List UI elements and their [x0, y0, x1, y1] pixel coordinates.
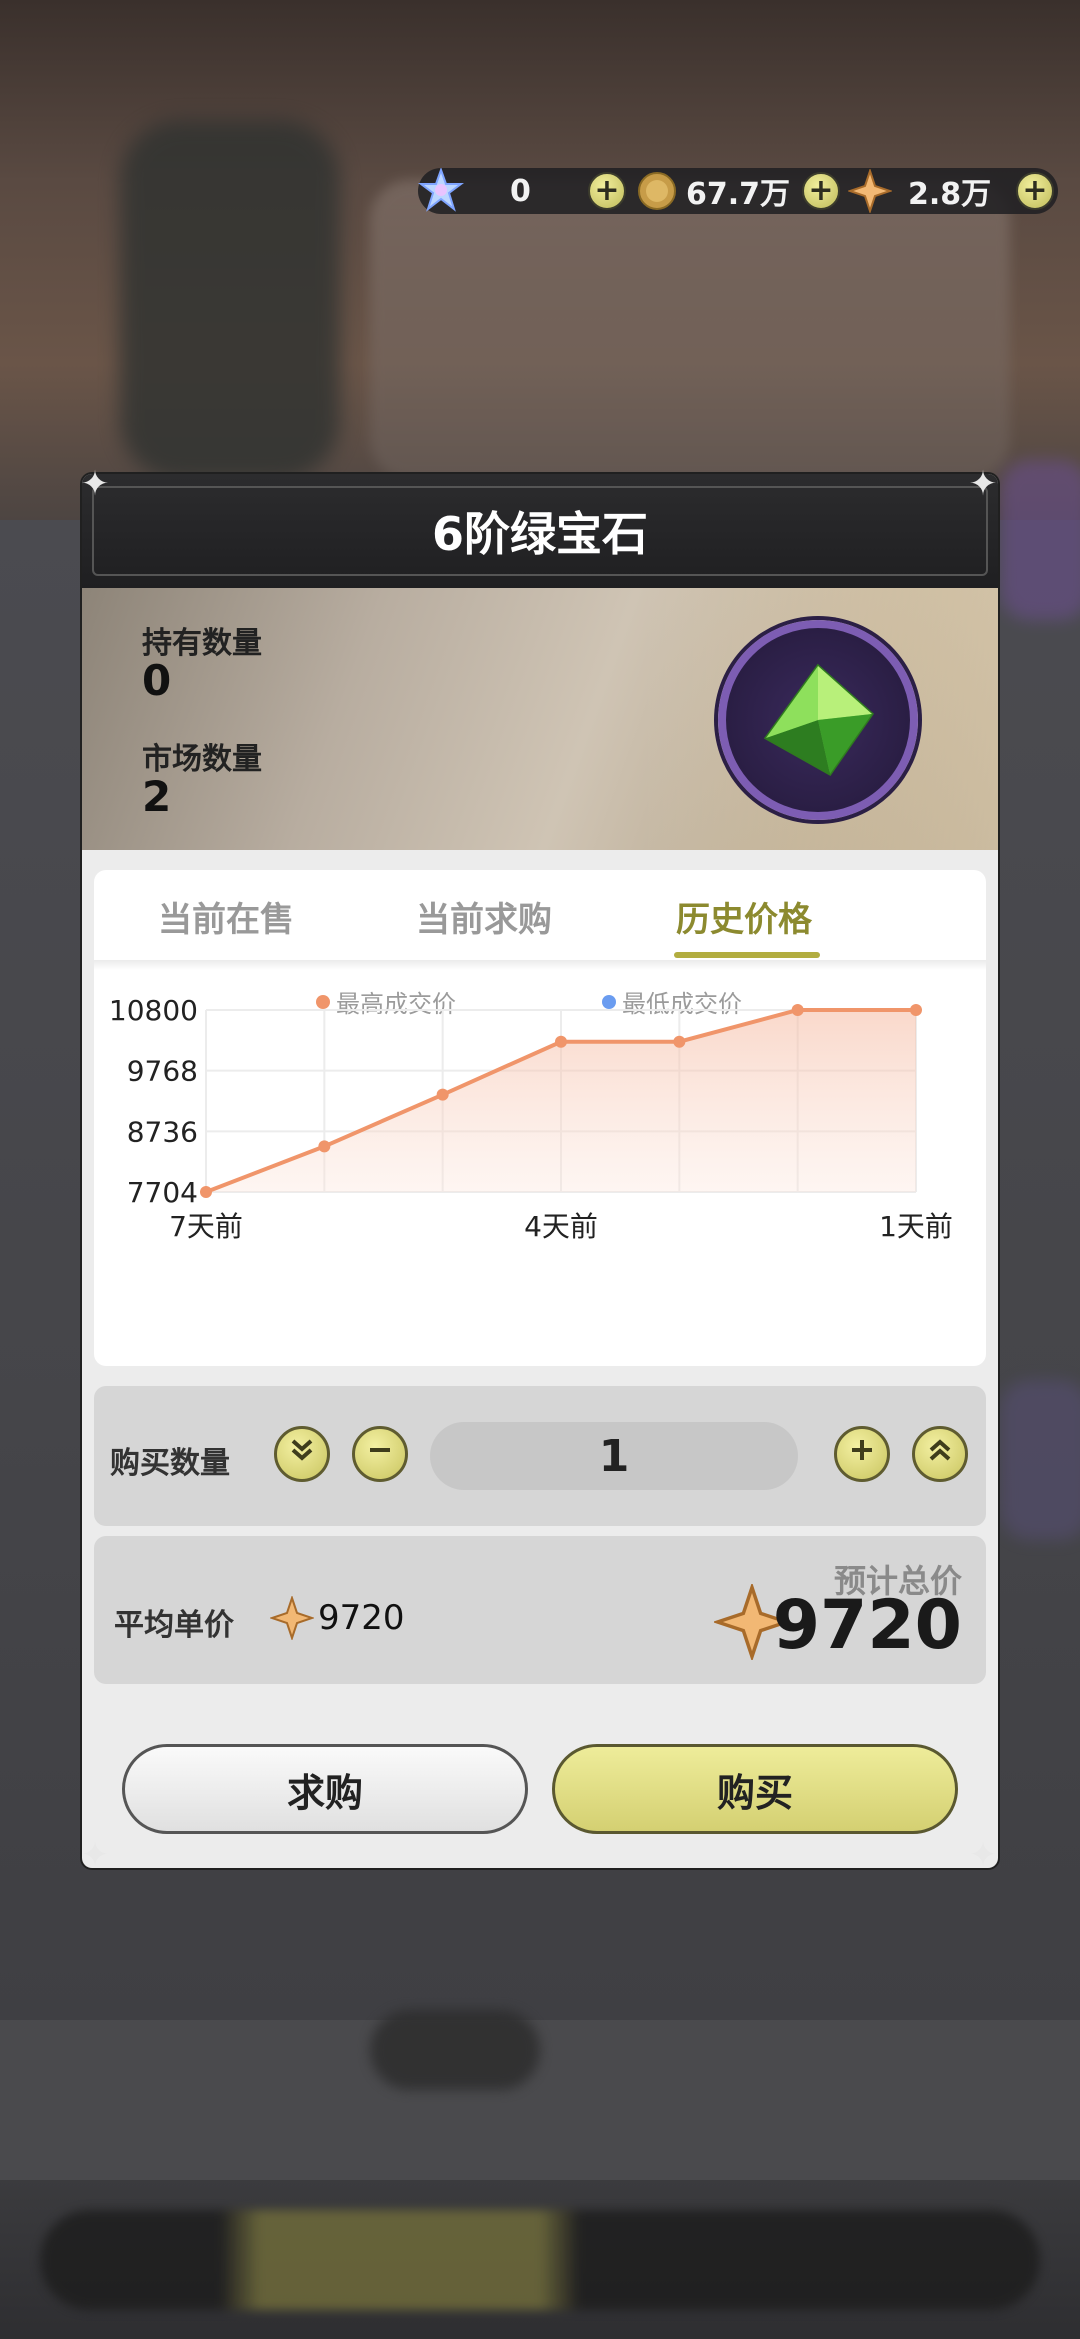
minus-icon [366, 1436, 394, 1472]
corner-ornament-icon: ✦ [80, 464, 110, 504]
corner-ornament-icon: ✦ [80, 1835, 110, 1875]
decrease-max-button[interactable] [274, 1426, 330, 1482]
data-point [318, 1140, 331, 1153]
corner-ornament-icon: ✦ [968, 1835, 998, 1875]
data-point [791, 1004, 804, 1016]
tab-price-history[interactable]: 历史价格 [676, 892, 812, 941]
currency-bar: 0 + 67.7万 + 2.8万 + [418, 167, 1058, 215]
total-price-value: 9720 [772, 1586, 962, 1665]
dialog-title: 6阶绿宝石 [431, 507, 648, 561]
active-tab-indicator [674, 952, 820, 958]
increase-max-button[interactable] [912, 1426, 968, 1482]
avg-price-value: 9720 [318, 1598, 405, 1638]
price-history-card: 当前在售 当前求购 历史价格 最高成交价 最低成交价 10800 9768 8736… [94, 870, 986, 1366]
price-panel: 平均单价 9720 预计总价 9720 [94, 1536, 986, 1684]
y-tick-label: 7704 [127, 1176, 198, 1209]
data-point [673, 1035, 686, 1048]
avg-price-label: 平均单价 [114, 1608, 234, 1643]
add-gold-button[interactable]: + [802, 172, 840, 210]
x-tick-label: 7天前 [169, 1210, 243, 1243]
buy-button[interactable]: 购买 [552, 1744, 958, 1834]
data-point [200, 1186, 212, 1198]
crystal-value: 0 [510, 173, 531, 209]
gold-value: 67.7万 [686, 177, 791, 212]
y-tick-label: 10800 [109, 994, 198, 1027]
data-point [910, 1004, 922, 1016]
double-chevron-down-icon [287, 1435, 317, 1473]
item-banner: 持有数量 0 市场数量 2 [82, 588, 998, 850]
gold-coin-icon [636, 170, 678, 212]
quantity-field[interactable]: 1 [430, 1422, 798, 1490]
plus-icon [848, 1436, 876, 1472]
amber-star-icon [846, 167, 894, 215]
request-buy-button[interactable]: 求购 [122, 1744, 528, 1834]
star-value: 2.8万 [908, 177, 992, 212]
x-tick-label: 4天前 [524, 1210, 598, 1243]
tab-on-sale[interactable]: 当前在售 [158, 892, 294, 941]
corner-ornament-icon: ✦ [968, 464, 998, 504]
currency-crystal [418, 167, 464, 214]
amber-star-icon [268, 1594, 316, 1642]
tab-bar: 当前在售 当前求购 历史价格 [94, 870, 986, 970]
add-star-button[interactable]: + [1016, 172, 1054, 210]
y-tick-label: 8736 [127, 1115, 198, 1148]
held-value: 0 [142, 656, 172, 705]
green-gem-icon [718, 620, 918, 820]
y-tick-label: 9768 [127, 1055, 198, 1088]
crystal-star-icon [418, 167, 464, 214]
add-crystal-button[interactable]: + [588, 172, 626, 210]
quantity-label: 购买数量 [110, 1446, 230, 1481]
tab-buy-requests[interactable]: 当前求购 [416, 892, 552, 941]
quantity-panel: 购买数量 1 [94, 1386, 986, 1526]
increase-button[interactable] [834, 1426, 890, 1482]
currency-gold [636, 168, 678, 214]
currency-star [846, 167, 894, 215]
item-trade-dialog: 6阶绿宝石 持有数量 0 市场数量 2 当前在售 当前求购 历史价格 最高成交价… [82, 474, 998, 1868]
market-value: 2 [142, 772, 172, 821]
price-history-chart: 10800 9768 8736 77047天前 4天前 1天前 [109, 994, 953, 1243]
decrease-button[interactable] [352, 1426, 408, 1482]
dialog-header: 6阶绿宝石 [82, 474, 998, 588]
x-tick-label: 1天前 [879, 1210, 953, 1243]
data-point [436, 1088, 449, 1101]
data-point [555, 1035, 567, 1048]
double-chevron-up-icon [925, 1435, 955, 1473]
